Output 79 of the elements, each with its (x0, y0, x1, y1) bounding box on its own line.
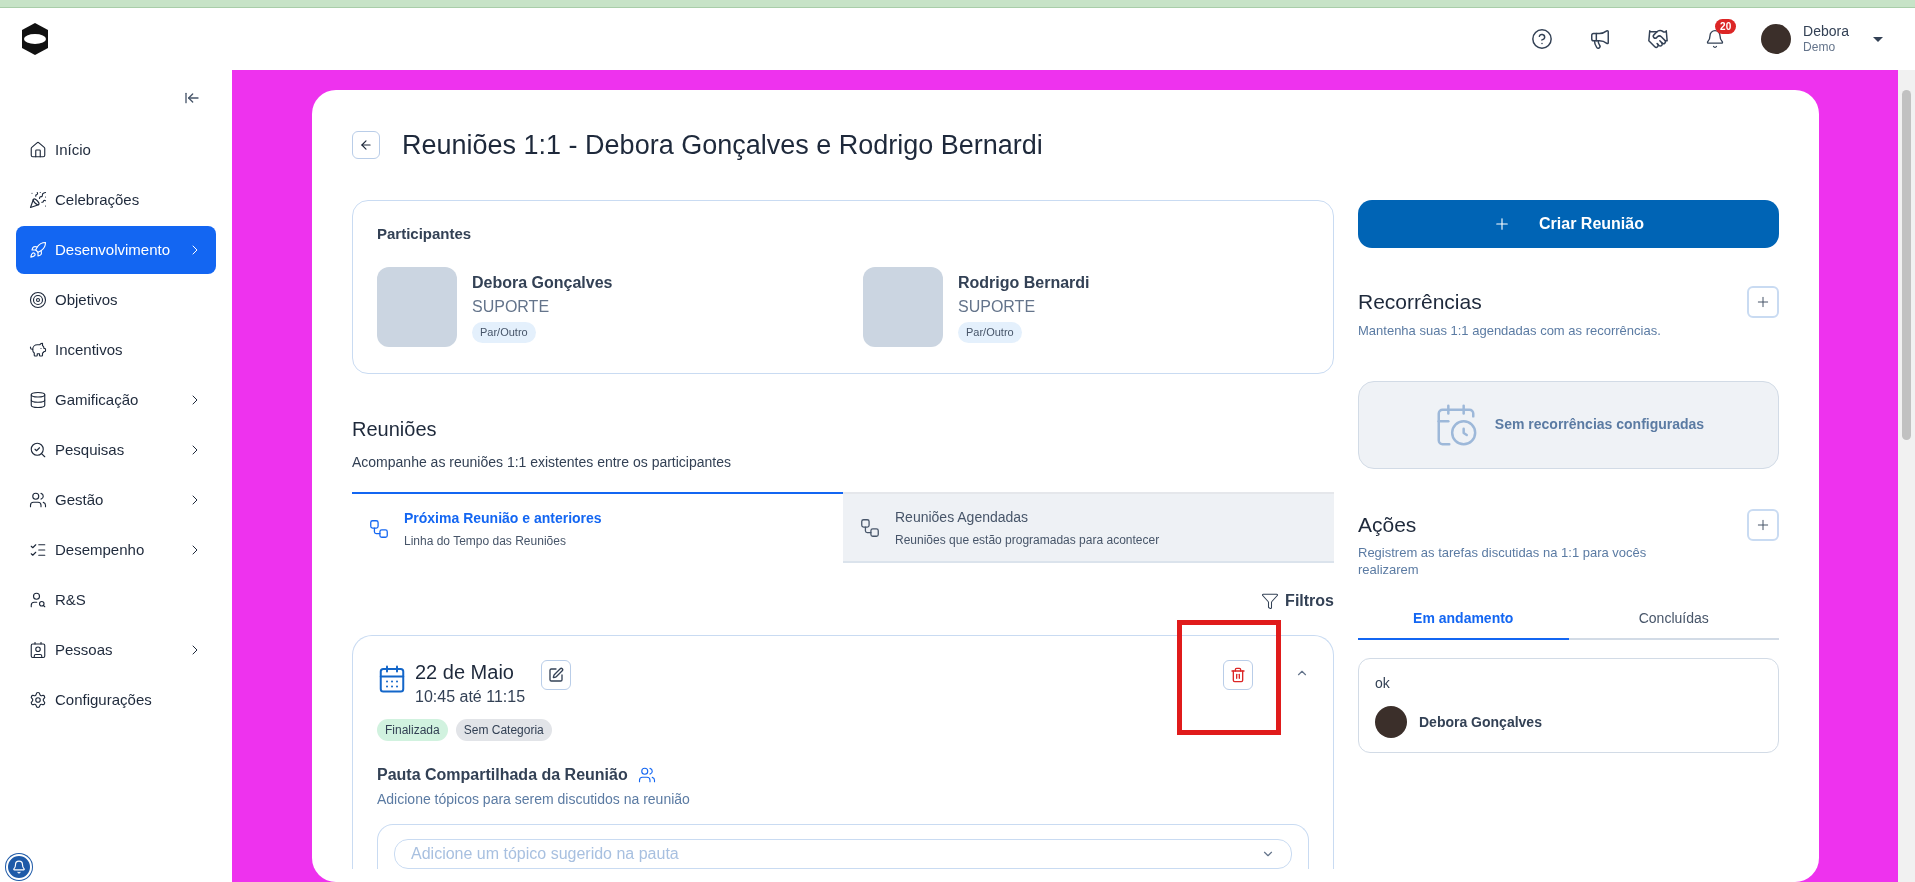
bell-icon (12, 860, 26, 874)
edit-button[interactable] (541, 660, 572, 690)
scrollbar-thumb[interactable] (1902, 90, 1911, 440)
tab[interactable]: Concluídas (1568, 598, 1779, 640)
meeting-time: 10:45 até 11:15 (415, 687, 526, 707)
action-card[interactable]: ok Debora Gonçalves (1358, 658, 1779, 753)
caret-icon[interactable] (1873, 36, 1883, 42)
rocket-icon (29, 241, 47, 259)
tab[interactable]: Reuniões Agendadas Reuniões que estão programadas para acontecer (843, 492, 1334, 563)
participant-team: SUPORTE (958, 297, 1036, 318)
user-avatar (1761, 24, 1792, 54)
meeting-date: 22 de Maio (415, 660, 515, 685)
person-search-icon (29, 591, 47, 609)
sidebar-item[interactable]: Desempenho (16, 526, 216, 574)
action-owner: Debora Gonçalves (1419, 712, 1542, 732)
create-meeting-button[interactable]: Criar Reunião (1358, 199, 1779, 248)
sidebar-item[interactable]: Gestão (16, 476, 216, 524)
section-title: Ações (1358, 511, 1418, 538)
house-icon (29, 141, 47, 159)
user-name: Debora (1803, 22, 1849, 41)
topic-select[interactable]: Adicione um tópico sugerido na pauta (394, 839, 1292, 869)
action-text: ok (1375, 674, 1391, 693)
app-logo[interactable] (20, 22, 50, 56)
sidebar-item[interactable]: Início (16, 126, 216, 174)
sidebar-item[interactable]: Gamificação (16, 376, 216, 424)
participant-team: SUPORTE (472, 297, 550, 318)
timeline-icon (368, 517, 390, 540)
sidebar-item[interactable]: Objetivos (16, 276, 216, 324)
people-icon (29, 491, 47, 509)
agenda-title: Pauta Compartilhada da Reunião (377, 765, 628, 785)
calendar-icon (377, 664, 407, 694)
trash-icon (1230, 667, 1246, 683)
delete-button[interactable] (1223, 660, 1253, 690)
role-tag: Par/Outro (472, 322, 536, 343)
empty-message: Sem recorrências configuradas (1494, 415, 1705, 434)
sidebar-item[interactable]: Celebrações (16, 176, 216, 224)
target-icon (29, 291, 47, 309)
help-icon[interactable] (1531, 28, 1554, 50)
party-popper-icon (29, 191, 47, 209)
people-icon (637, 766, 656, 784)
timeline-icon (859, 516, 881, 539)
piggy-bank-icon (29, 341, 47, 359)
status-tag: Sem Categoria (455, 719, 552, 741)
notification-count: 20 (1715, 19, 1737, 34)
role-tag: Par/Outro (958, 322, 1022, 343)
agenda-subtitle: Adicione tópicos para serem discutidos na reunião (377, 790, 691, 809)
participant-name: Rodrigo Bernardi (958, 273, 1090, 294)
section-subtitle: Mantenha suas 1:1 agendadas com as recorrências. (1358, 322, 1662, 340)
filter-icon (1261, 592, 1280, 610)
section-subtitle: Acompanhe as reuniões 1:1 existentes entre os participantes (352, 453, 732, 472)
sidebar-item[interactable]: R&S (16, 576, 216, 624)
collapse-sidebar-icon[interactable] (184, 90, 200, 106)
tab[interactable]: Em andamento (1358, 598, 1569, 640)
participant-name: Debora Gonçalves (472, 273, 613, 294)
chat-support-button[interactable] (6, 854, 32, 880)
sidebar-item[interactable]: Pesquisas (16, 426, 216, 474)
sidebar-item[interactable]: Desenvolvimento (16, 226, 216, 274)
sidebar-item[interactable]: Configurações (16, 676, 216, 724)
section-title: Reuniões (352, 417, 438, 442)
megaphone-icon[interactable] (1589, 28, 1612, 50)
magnifier-chart-icon (29, 441, 47, 459)
section-title: Recorrências (1358, 288, 1483, 315)
sidebar-item[interactable]: Incentivos (16, 326, 216, 374)
id-badge-icon (29, 641, 47, 659)
sidebar-item[interactable]: Pessoas (16, 626, 216, 674)
section-subtitle: Registrem as tarefas discutidas na 1:1 para vocês realizarem (1358, 544, 1648, 578)
bell-icon[interactable] (1705, 29, 1726, 49)
back-button[interactable] (352, 131, 380, 160)
edit-icon (548, 667, 565, 683)
page-title: Reuniões 1:1 - Debora Gonçalves e Rodrigo Bernardi (402, 129, 1043, 162)
settings-icon (29, 691, 47, 709)
status-tag: Finalizada (377, 719, 448, 741)
user-role: Demo (1803, 40, 1837, 56)
filter-button[interactable]: Filtros (1261, 589, 1334, 613)
checklist-icon (29, 541, 47, 559)
coin-stack-icon (29, 391, 47, 409)
handshake-icon[interactable] (1647, 28, 1670, 50)
avatar-placeholder (1375, 706, 1407, 738)
section-title: Participantes (377, 223, 473, 244)
